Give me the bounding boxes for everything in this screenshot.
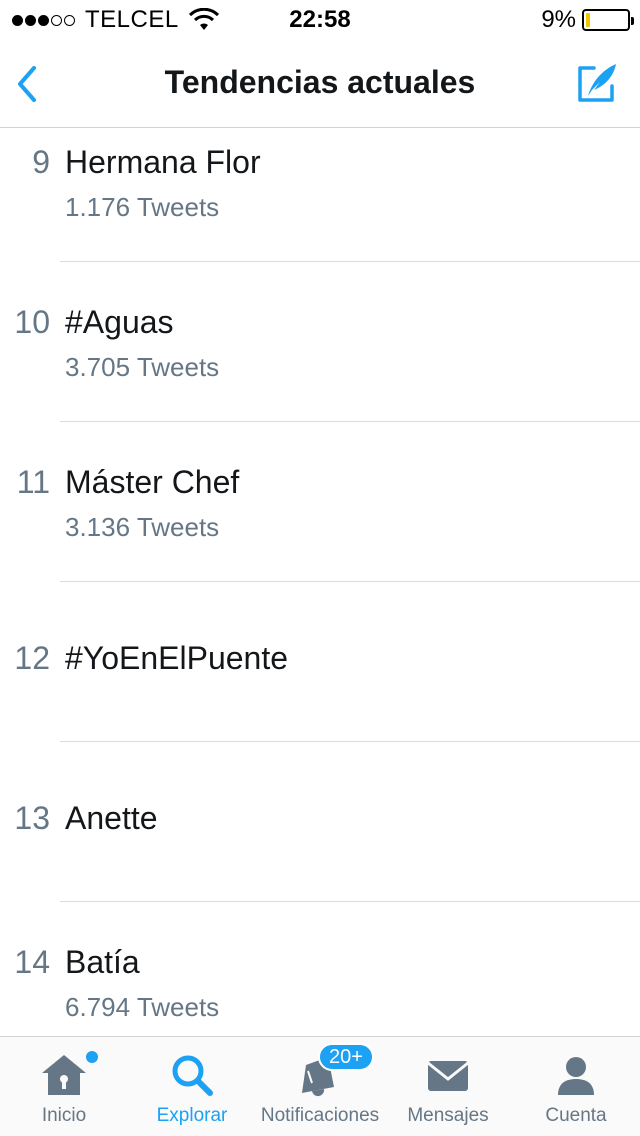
compose-tweet-button[interactable]: [574, 60, 620, 106]
trend-tweet-count: 3.136 Tweets: [65, 512, 220, 542]
trend-item[interactable]: 14 Batía 6.794 Tweets: [0, 902, 640, 1036]
trends-list: 9 Hermana Flor 1.176 Tweets 10 #Aguas 3.…: [0, 128, 640, 1036]
battery-icon: [582, 9, 634, 31]
tab-mensajes[interactable]: Mensajes: [384, 1037, 512, 1136]
navigation-bar: Tendencias actuales: [0, 40, 640, 128]
trend-rank: 10: [14, 304, 50, 340]
status-right: 9%: [541, 6, 634, 34]
trend-rank: 11: [16, 464, 50, 500]
battery-percent: 9%: [541, 6, 576, 33]
tab-label: Explorar: [156, 1105, 228, 1126]
home-icon: [42, 1055, 86, 1095]
trend-item[interactable]: 13 Anette: [0, 742, 640, 902]
trend-tweet-count: 1.176 Tweets: [65, 192, 220, 222]
tab-label: Cuenta: [545, 1105, 607, 1126]
tab-notificaciones[interactable]: 20+ Notificaciones: [256, 1037, 384, 1136]
trend-item[interactable]: 9 Hermana Flor 1.176 Tweets: [0, 128, 640, 262]
trend-rank: 9: [32, 144, 50, 180]
tab-explorar[interactable]: Explorar: [128, 1037, 256, 1136]
trend-rank: 12: [14, 640, 50, 676]
new-content-dot: [86, 1051, 98, 1063]
tab-label: Mensajes: [407, 1105, 489, 1126]
tab-bar: Inicio Explorar 20+ Notificaciones Mensa…: [0, 1036, 640, 1136]
person-icon: [558, 1057, 594, 1095]
trend-rank: 13: [14, 800, 50, 836]
trend-tweet-count: 6.794 Tweets: [65, 992, 220, 1022]
trend-item[interactable]: 11 Máster Chef 3.136 Tweets: [0, 422, 640, 582]
tab-inicio[interactable]: Inicio: [0, 1037, 128, 1136]
trend-item[interactable]: 12 #YoEnElPuente: [0, 582, 640, 742]
trend-item[interactable]: 10 #Aguas 3.705 Tweets: [0, 262, 640, 422]
search-icon: [172, 1055, 213, 1096]
trend-rank: 14: [14, 944, 50, 980]
tab-label: Notificaciones: [260, 1105, 380, 1126]
status-bar: TELCEL 22:58 9%: [0, 0, 640, 40]
tab-label: Inicio: [41, 1105, 87, 1126]
trend-name[interactable]: #Aguas: [65, 304, 174, 341]
trend-name[interactable]: Máster Chef: [65, 464, 239, 501]
trend-name[interactable]: Hermana Flor: [65, 144, 261, 181]
envelope-icon: [427, 1061, 469, 1091]
battery-level: [586, 13, 590, 27]
page-title: Tendencias actuales: [164, 64, 476, 100]
tab-cuenta[interactable]: Cuenta: [512, 1037, 640, 1136]
trend-name[interactable]: Anette: [65, 800, 158, 837]
trend-tweet-count: 3.705 Tweets: [65, 352, 220, 382]
compose-tweet-icon: [578, 64, 616, 102]
trend-name[interactable]: #YoEnElPuente: [65, 640, 288, 677]
trend-name[interactable]: Batía: [65, 944, 140, 981]
notification-badge: 20+: [318, 1043, 374, 1071]
